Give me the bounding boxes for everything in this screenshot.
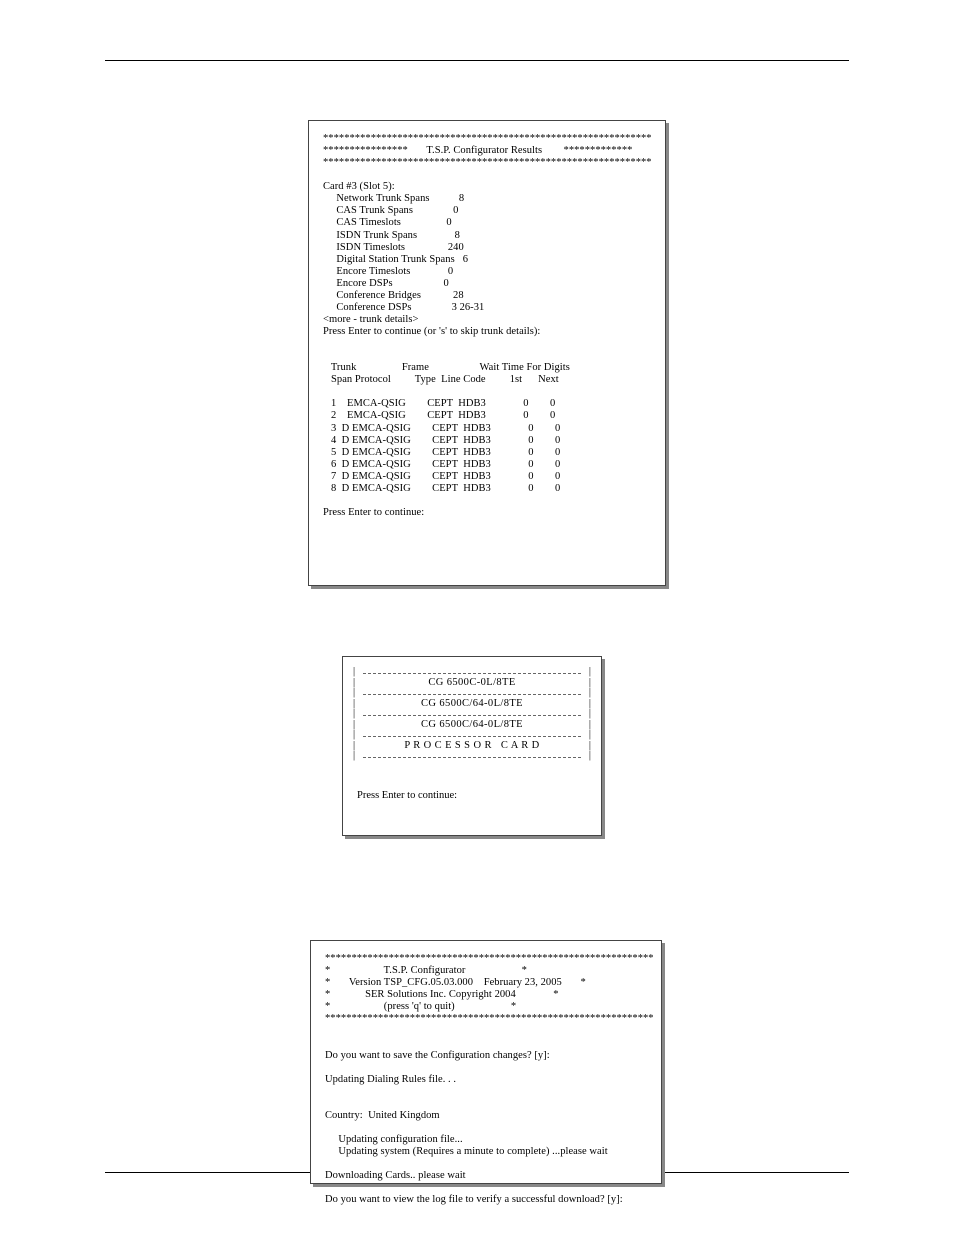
configurator-results-text: ****************************************… [309, 121, 665, 531]
document-page: ****************************************… [0, 0, 954, 1235]
header-rule [105, 60, 849, 61]
card-stack-panel: |||CG 6500C-0L/8TE||||CG 6500C/64-0L/8TE… [342, 656, 602, 836]
card-slot: |CG 6500C/64-0L/8TE| [353, 699, 591, 710]
card-slot: |CG 6500C-0L/8TE| [353, 678, 591, 689]
card-stack: |||CG 6500C-0L/8TE||||CG 6500C/64-0L/8TE… [343, 661, 601, 762]
save-config-text: ****************************************… [311, 941, 661, 1218]
card-stack-prompt: Press Enter to continue: [343, 762, 601, 801]
card-slot: |CG 6500C/64-0L/8TE| [353, 720, 591, 731]
card-slot: |P R O C E S S O R C A R D| [353, 741, 591, 752]
configurator-results-panel: ****************************************… [308, 120, 666, 586]
save-config-panel: ****************************************… [310, 940, 662, 1184]
